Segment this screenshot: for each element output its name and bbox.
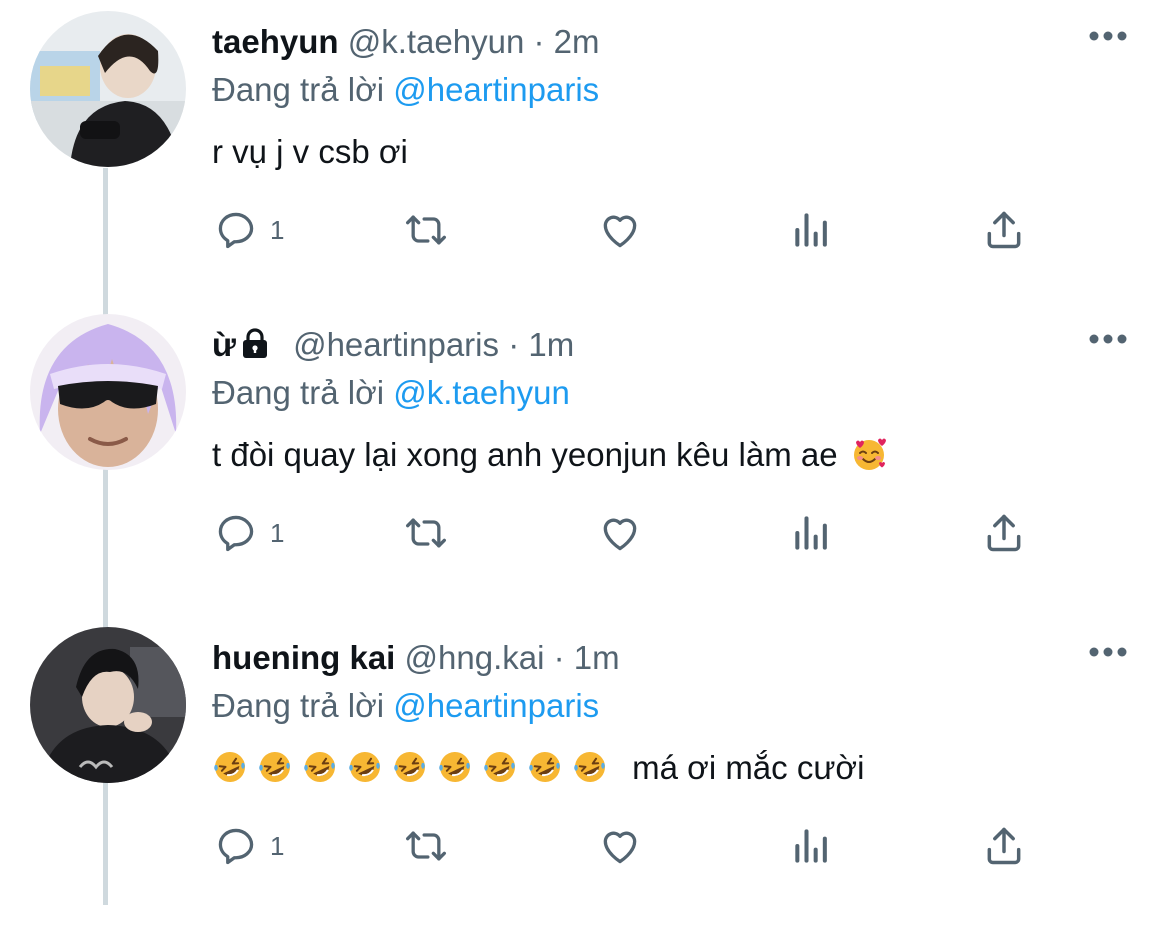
rolling-on-floor-laughing-emoji (394, 752, 425, 782)
reply-icon (218, 212, 254, 249)
like-icon (603, 215, 637, 248)
replying-to-label: Đang trả lời (212, 374, 385, 411)
retweet-icon (406, 831, 446, 861)
reply-count: 1 (270, 517, 285, 548)
more-icon[interactable] (1088, 644, 1128, 660)
like-icon (603, 831, 637, 864)
share-button[interactable] (982, 208, 1026, 252)
replying-to: Đang trả lời @heartinparis (212, 68, 599, 112)
share-icon (987, 827, 1021, 865)
analytics-icon (795, 516, 827, 550)
views-button[interactable] (790, 511, 834, 555)
reply-button[interactable]: 1 (214, 208, 284, 252)
reply-count: 1 (270, 214, 285, 245)
rolling-on-floor-laughing-emoji (574, 752, 605, 782)
timestamp[interactable]: 1m (574, 639, 620, 676)
tweet-header: huening kai @hng.kai · 1m (212, 636, 620, 680)
timestamp[interactable]: 2m (554, 23, 600, 60)
views-button[interactable] (790, 208, 834, 252)
timestamp[interactable]: 1m (528, 326, 574, 363)
analytics-icon (795, 213, 827, 247)
avatar-image-heartinparis (30, 314, 186, 470)
avatar[interactable] (30, 627, 186, 783)
user-handle[interactable]: @heartinparis (293, 326, 499, 363)
action-bar: 1 (0, 804, 1170, 884)
avatar-image-hngkai (30, 627, 186, 783)
avatar[interactable] (30, 314, 186, 470)
rolling-on-floor-laughing-emoji (349, 752, 380, 782)
display-name[interactable]: ừ (212, 326, 236, 363)
display-name[interactable]: taehyun (212, 23, 339, 60)
separator-dot: · (533, 23, 545, 60)
smiling-face-with-hearts-emoji (853, 438, 886, 470)
user-handle[interactable]: @hng.kai (405, 639, 545, 676)
like-button[interactable] (598, 824, 642, 868)
replying-to: Đang trả lời @heartinparis (212, 684, 599, 728)
retweet-icon (406, 518, 446, 548)
rolling-on-floor-laughing-emoji (439, 752, 470, 782)
reply-button[interactable]: 1 (214, 824, 284, 868)
share-button[interactable] (982, 511, 1026, 555)
tweet-text-content: r vụ j v csb ơi (212, 133, 408, 170)
tweet[interactable]: taehyun @k.taehyun · 2m Đang trả lời @he… (0, 0, 1170, 312)
retweet-button[interactable] (404, 824, 448, 868)
display-name[interactable]: huening kai (212, 639, 395, 676)
tweet-text: r vụ j v csb ơi (212, 130, 408, 174)
separator-dot: · (553, 639, 565, 676)
reply-icon (218, 515, 254, 552)
replying-to-label: Đang trả lời (212, 687, 385, 724)
action-bar: 1 (0, 491, 1170, 571)
tweet-header: taehyun @k.taehyun · 2m (212, 20, 600, 64)
action-bar: 1 (0, 188, 1170, 268)
share-button[interactable] (982, 824, 1026, 868)
tweet[interactable]: huening kai @hng.kai · 1m Đang trả lời @… (0, 616, 1170, 928)
replying-to-mention[interactable]: @k.taehyun (393, 374, 570, 411)
reply-count: 1 (270, 830, 285, 861)
like-button[interactable] (598, 511, 642, 555)
reply-button[interactable]: 1 (214, 511, 284, 555)
replying-to-label: Đang trả lời (212, 71, 385, 108)
rolling-on-floor-laughing-emoji (304, 752, 335, 782)
more-icon[interactable] (1088, 331, 1128, 347)
tweet-text-content: t đòi quay lại xong anh yeonjun kêu làm … (212, 436, 838, 473)
tweet-header: ừ @heartinparis · 1m (212, 323, 574, 367)
tweet[interactable]: ừ @heartinparis · 1m Đang trả lời @k.tae… (0, 303, 1170, 615)
avatar[interactable] (30, 11, 186, 167)
retweet-button[interactable] (404, 511, 448, 555)
replying-to-mention[interactable]: @heartinparis (393, 71, 599, 108)
retweet-icon (406, 215, 446, 245)
retweet-button[interactable] (404, 208, 448, 252)
like-button[interactable] (598, 208, 642, 252)
reply-icon (218, 828, 254, 865)
lock-icon (242, 328, 267, 358)
rolling-on-floor-laughing-emoji (529, 752, 560, 782)
tweet-text-content: má ơi mắc cười (632, 749, 865, 786)
avatar-image-taehyun (30, 11, 186, 167)
replying-to-mention[interactable]: @heartinparis (393, 687, 599, 724)
replying-to: Đang trả lời @k.taehyun (212, 371, 570, 415)
rolling-on-floor-laughing-emoji (259, 752, 290, 782)
share-icon (987, 514, 1021, 552)
user-handle[interactable]: @k.taehyun (348, 23, 525, 60)
more-icon[interactable] (1088, 28, 1128, 44)
separator-dot: · (508, 326, 520, 363)
rolling-on-floor-laughing-emoji (484, 752, 515, 782)
like-icon (603, 518, 637, 551)
views-button[interactable] (790, 824, 834, 868)
rolling-on-floor-laughing-emoji (214, 752, 245, 782)
share-icon (987, 211, 1021, 249)
tweet-text: má ơi mắc cười (212, 746, 864, 790)
tweet-text: t đòi quay lại xong anh yeonjun kêu làm … (212, 433, 896, 477)
analytics-icon (795, 829, 827, 863)
rofl-emoji-row (212, 749, 617, 786)
